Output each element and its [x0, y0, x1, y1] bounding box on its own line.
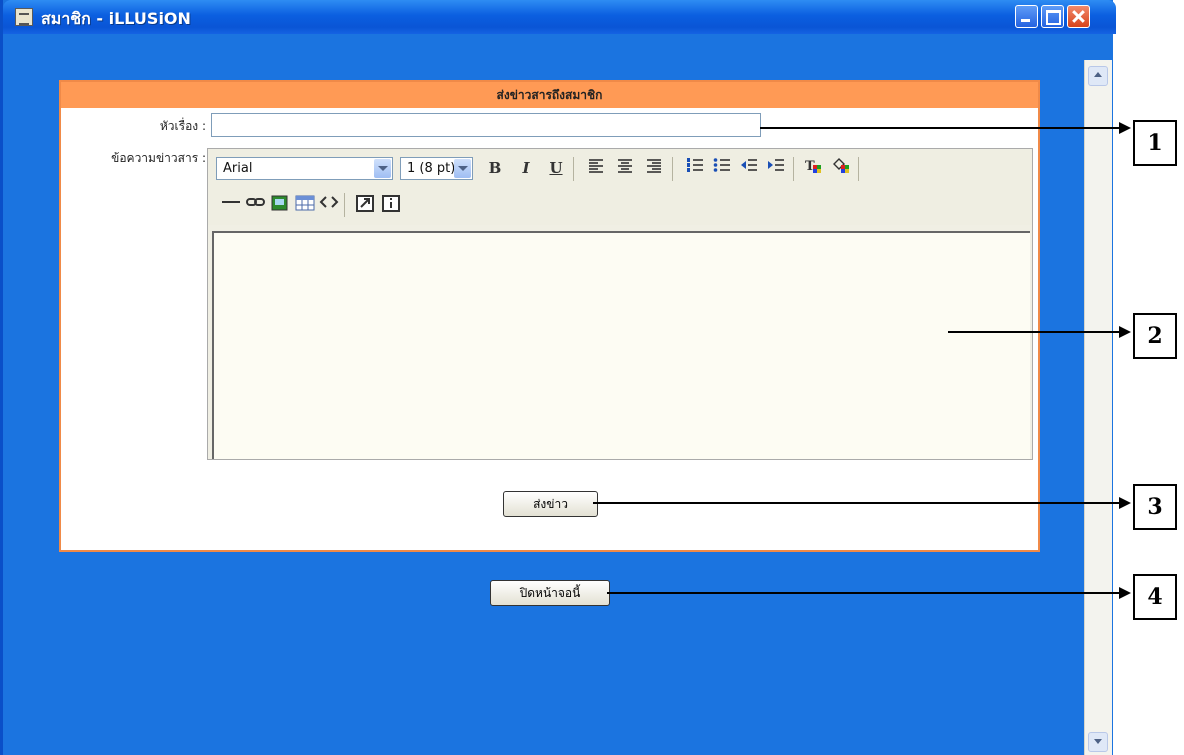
- browser-window: สมาชิก - iLLUSiON ส่งข่าวสารถึงสมาชิก หั…: [0, 0, 1116, 755]
- numbered-list-icon[interactable]: [684, 157, 706, 179]
- toolbar-divider: [793, 157, 794, 181]
- minimize-button[interactable]: [1015, 5, 1038, 28]
- align-left-icon[interactable]: [585, 157, 607, 179]
- callout-arrow-4: [1119, 587, 1131, 599]
- font-size-select[interactable]: 1 (8 pt): [400, 157, 473, 180]
- chevron-down-icon: [454, 159, 471, 178]
- font-size-value: 1 (8 pt): [407, 161, 456, 176]
- message-label: ข้อความข่าวสาร :: [111, 151, 206, 165]
- toolbar-divider: [858, 157, 859, 181]
- rich-text-editor: Arial 1 (8 pt) B I U T: [207, 148, 1033, 460]
- toolbar-divider: [344, 193, 345, 217]
- message-editor-area[interactable]: [212, 231, 1030, 459]
- insert-table-icon[interactable]: [294, 194, 316, 216]
- callout-arrow-3: [1119, 497, 1131, 509]
- insert-image-icon[interactable]: [269, 194, 291, 216]
- callout-4: 4: [1133, 574, 1177, 620]
- maximize-button[interactable]: [1041, 5, 1064, 28]
- outdent-icon[interactable]: [738, 157, 760, 179]
- editor-toolbar: Arial 1 (8 pt) B I U T: [208, 149, 1032, 225]
- callout-line-2: [948, 331, 1126, 333]
- send-news-panel: ส่งข่าวสารถึงสมาชิก หัวเรื่อง : ข้อความข…: [59, 80, 1040, 552]
- title-bar[interactable]: สมาชิก - iLLUSiON: [3, 0, 1116, 34]
- font-family-value: Arial: [223, 161, 253, 176]
- callout-3: 3: [1133, 484, 1177, 530]
- callout-line-3: [593, 502, 1126, 504]
- window-icon: [15, 8, 33, 26]
- callout-arrow-2: [1119, 326, 1131, 338]
- horizontal-rule-icon[interactable]: [220, 194, 242, 216]
- window-title: สมาชิก - iLLUSiON: [41, 9, 191, 28]
- callout-2: 2: [1133, 313, 1177, 359]
- html-source-icon[interactable]: [318, 194, 340, 216]
- font-family-select[interactable]: Arial: [216, 157, 393, 180]
- background-color-icon[interactable]: [830, 157, 852, 179]
- indent-icon[interactable]: [765, 157, 787, 179]
- vertical-scrollbar[interactable]: [1084, 60, 1112, 755]
- bullet-list-icon[interactable]: [711, 157, 733, 179]
- italic-button[interactable]: I: [515, 157, 537, 179]
- close-window-button[interactable]: [1067, 5, 1090, 28]
- toolbar-divider: [573, 157, 574, 181]
- callout-line-1: [760, 127, 1126, 129]
- scroll-up-icon[interactable]: [1088, 66, 1108, 86]
- align-right-icon[interactable]: [643, 157, 665, 179]
- fullscreen-icon[interactable]: [354, 194, 376, 216]
- scroll-down-icon[interactable]: [1088, 732, 1108, 752]
- subject-label: หัวเรื่อง :: [159, 119, 206, 133]
- text-color-icon[interactable]: T: [803, 157, 825, 179]
- underline-button[interactable]: U: [545, 157, 567, 179]
- callout-line-4: [607, 592, 1126, 594]
- panel-title: ส่งข่าวสารถึงสมาชิก: [61, 82, 1038, 108]
- bold-button[interactable]: B: [484, 157, 506, 179]
- link-icon[interactable]: [245, 194, 267, 216]
- send-news-button[interactable]: ส่งข่าว: [503, 491, 598, 517]
- toolbar-divider: [672, 157, 673, 181]
- callout-1: 1: [1133, 120, 1177, 166]
- callout-arrow-1: [1119, 122, 1131, 134]
- align-center-icon[interactable]: [614, 157, 636, 179]
- close-page-button[interactable]: ปิดหน้าจอนี้: [490, 580, 610, 606]
- subject-input[interactable]: [211, 113, 761, 137]
- info-icon[interactable]: [380, 194, 402, 216]
- chevron-down-icon: [374, 159, 391, 178]
